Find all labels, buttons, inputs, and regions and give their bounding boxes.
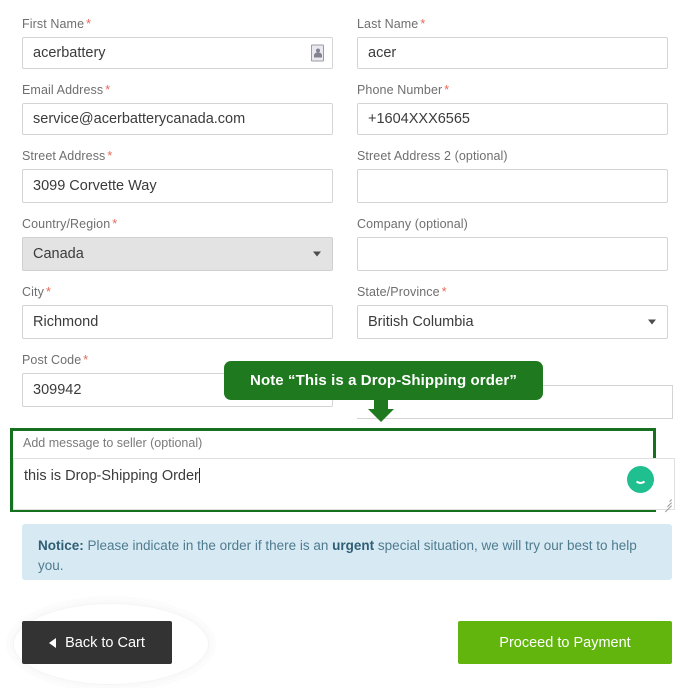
notice-text-before: Please indicate in the order if there is… <box>83 538 333 553</box>
input-city[interactable]: Richmond <box>22 305 333 339</box>
checkout-shipping-page: First Name * acerbattery Last Name * acer … <box>0 0 694 688</box>
text-cursor <box>198 468 200 483</box>
input-first-name-value: acerbattery <box>33 45 106 61</box>
form-row: Street Address * 3099 Corvette Way Street… <box>22 148 675 216</box>
field-street-address: Street Address * 3099 Corvette Way <box>22 148 333 203</box>
label-email-address: Email Address * <box>22 83 111 97</box>
select-state-province-value: British Columbia <box>368 314 474 330</box>
notice-emphasis: urgent <box>332 538 375 553</box>
notice-banner: Notice: Please indicate in the order if … <box>22 524 672 580</box>
required-marker: * <box>420 17 426 31</box>
input-street-address[interactable]: 3099 Corvette Way <box>22 169 333 203</box>
select-country-region[interactable]: Canada <box>22 237 333 271</box>
chevron-down-icon <box>648 319 656 325</box>
required-marker: * <box>86 17 92 31</box>
proceed-to-payment-label: Proceed to Payment <box>499 634 631 651</box>
label-state-province: State/Province * <box>357 285 447 299</box>
label-city: City * <box>22 285 51 299</box>
form-row: Email Address * service@acerbatterycanada… <box>22 82 675 148</box>
back-to-cart-label: Back to Cart <box>65 634 145 651</box>
label-message-to-seller: Add message to seller (optional) <box>23 436 203 450</box>
input-post-code-value: 309942 <box>33 382 82 398</box>
smiley-chat-icon[interactable] <box>627 466 654 493</box>
field-company: Company (optional) <box>357 216 668 271</box>
required-marker: * <box>107 149 113 163</box>
input-last-name[interactable]: acer <box>357 37 668 69</box>
input-street-address-value: 3099 Corvette Way <box>33 178 157 194</box>
select-country-region-value: Canada <box>33 246 84 262</box>
input-phone-number-value: +1604XXX6565 <box>368 111 470 127</box>
required-marker: * <box>112 217 118 231</box>
form-row: City * Richmond State/Province * British C… <box>22 284 675 352</box>
field-city: City * Richmond <box>22 284 333 339</box>
input-company[interactable] <box>357 237 668 271</box>
input-email-address-value: service@acerbatterycanada.com <box>33 111 246 127</box>
required-marker: * <box>105 83 111 97</box>
drop-shipping-callout-text: Note “This is a Drop-Shipping order” <box>250 372 517 389</box>
form-row: First Name * acerbattery Last Name * acer <box>22 16 675 82</box>
form-row: Country/Region * Canada Company (optional… <box>22 216 675 284</box>
label-country-region: Country/Region * <box>22 217 118 231</box>
input-street-address-2[interactable] <box>357 169 668 203</box>
drop-shipping-callout: Note “This is a Drop-Shipping order” <box>224 361 543 400</box>
proceed-to-payment-button[interactable]: Proceed to Payment <box>458 621 672 664</box>
label-street-address-2: Street Address 2 (optional) <box>357 149 508 163</box>
shipping-address-form: First Name * acerbattery Last Name * acer … <box>0 0 694 420</box>
field-last-name: Last Name * acer <box>357 16 668 69</box>
select-state-province[interactable]: British Columbia <box>357 305 668 339</box>
input-last-name-value: acer <box>368 45 397 61</box>
required-marker: * <box>83 353 89 367</box>
callout-down-arrow-icon <box>368 399 394 422</box>
required-marker: * <box>45 285 51 299</box>
label-first-name: First Name * <box>22 17 92 31</box>
field-first-name: First Name * acerbattery <box>22 16 333 69</box>
notice-text: Notice: Please indicate in the order if … <box>38 536 656 576</box>
textarea-resize-handle[interactable] <box>663 498 672 513</box>
chevron-left-icon <box>49 637 57 648</box>
field-email-address: Email Address * service@acerbatterycanada… <box>22 82 333 135</box>
input-first-name[interactable]: acerbattery <box>22 37 333 69</box>
textarea-message-to-seller[interactable]: this is Drop-Shipping Order <box>13 458 675 513</box>
input-email-address[interactable]: service@acerbatterycanada.com <box>22 103 333 135</box>
input-city-value: Richmond <box>33 314 99 330</box>
input-phone-number[interactable]: +1604XXX6565 <box>357 103 668 135</box>
label-company: Company (optional) <box>357 217 468 231</box>
label-street-address: Street Address * <box>22 149 113 163</box>
chevron-down-icon <box>313 251 321 257</box>
message-to-seller-value: this is Drop-Shipping Order <box>24 468 200 484</box>
required-marker: * <box>441 285 447 299</box>
autofill-contact-icon[interactable] <box>311 44 324 62</box>
back-to-cart-button[interactable]: Back to Cart <box>22 621 172 664</box>
label-last-name: Last Name * <box>357 17 426 31</box>
field-phone-number: Phone Number * +1604XXX6565 <box>357 82 668 135</box>
field-state-province: State/Province * British Columbia <box>357 284 668 339</box>
field-country-region: Country/Region * Canada <box>22 216 333 271</box>
required-marker: * <box>444 83 450 97</box>
label-phone-number: Phone Number * <box>357 83 450 97</box>
field-street-address-2: Street Address 2 (optional) <box>357 148 668 203</box>
notice-prefix: Notice: <box>38 538 84 553</box>
